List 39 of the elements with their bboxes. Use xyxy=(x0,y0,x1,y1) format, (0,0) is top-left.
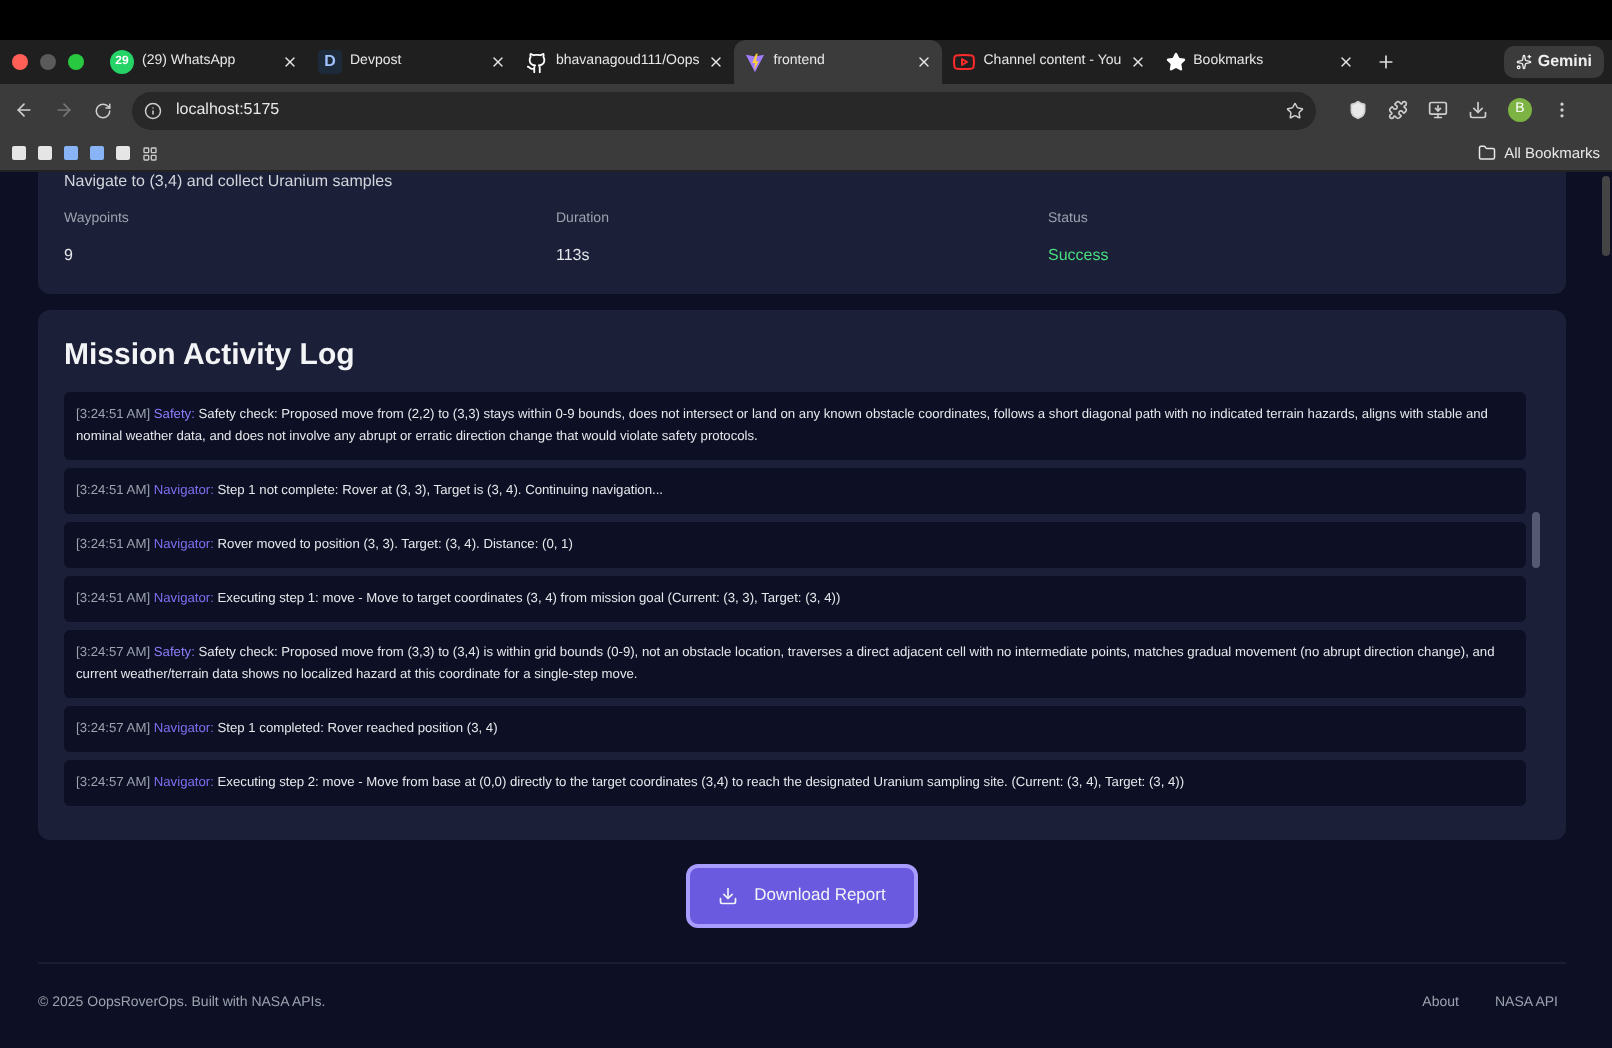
close-tab-icon[interactable] xyxy=(282,54,298,70)
log-scrollbar[interactable] xyxy=(1532,511,1540,567)
forward-icon[interactable] xyxy=(54,100,74,120)
url-text: localhost:5175 xyxy=(176,98,282,122)
maximize-window-icon[interactable] xyxy=(68,54,84,70)
download-icon[interactable] xyxy=(1468,100,1488,120)
star-icon xyxy=(1165,52,1186,72)
close-tab-icon[interactable] xyxy=(915,54,932,70)
close-window-icon[interactable] xyxy=(12,54,28,70)
video-play-icon xyxy=(951,50,976,74)
stat-value: Success xyxy=(1048,243,1111,267)
github-icon xyxy=(526,51,548,73)
site-info-icon[interactable] xyxy=(144,101,162,119)
bookmark-star-icon[interactable] xyxy=(1286,101,1304,119)
new-tab-icon[interactable] xyxy=(1375,52,1396,72)
address-bar[interactable]: localhost:5175 xyxy=(132,91,1316,129)
close-tab-icon[interactable] xyxy=(1129,54,1146,70)
reload-icon[interactable] xyxy=(94,101,112,119)
download-icon xyxy=(718,885,739,905)
download-report-button[interactable]: Download Report xyxy=(686,863,918,927)
gemini-button[interactable]: Gemini xyxy=(1503,46,1604,78)
sparkle-icon xyxy=(1515,54,1532,70)
lightning-logo-icon xyxy=(743,51,766,73)
stat-value: 9 xyxy=(64,243,75,267)
folder-icon xyxy=(1478,144,1497,162)
stat-value: 113s xyxy=(556,243,592,267)
back-icon[interactable] xyxy=(14,100,34,120)
apps-grid-icon[interactable] xyxy=(142,145,158,161)
page-scrollbar[interactable] xyxy=(1602,176,1610,256)
close-tab-icon[interactable] xyxy=(490,54,506,70)
mission-goal: Navigate to (3,4) and collect Uranium samples xyxy=(64,172,395,192)
log-title: Mission Activity Log xyxy=(64,335,357,375)
extensions-icon[interactable] xyxy=(1388,100,1408,120)
minimize-window-icon[interactable] xyxy=(40,54,56,70)
shield-icon[interactable] xyxy=(1348,100,1368,120)
close-tab-icon[interactable] xyxy=(1337,54,1354,70)
close-tab-icon[interactable] xyxy=(707,54,724,70)
tab-favicon: D xyxy=(318,50,342,74)
screen-icon[interactable] xyxy=(1428,100,1448,120)
